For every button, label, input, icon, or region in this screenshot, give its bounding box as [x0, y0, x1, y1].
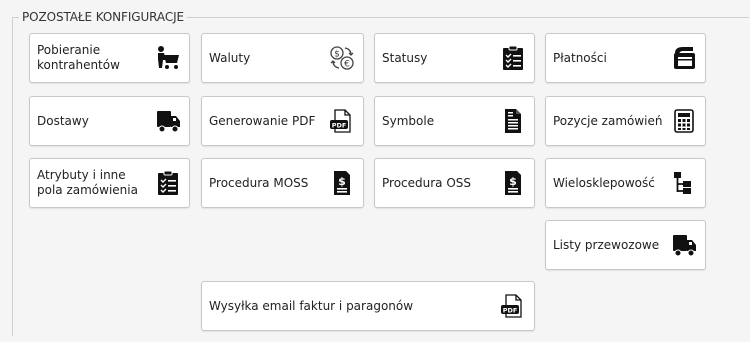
tile-label: Waluty: [209, 50, 251, 65]
tile-procedura-moss[interactable]: Procedura MOSS $: [201, 158, 364, 208]
tile-symbole[interactable]: Symbole: [374, 96, 535, 146]
calculator-icon: [671, 108, 697, 134]
tile-generowanie-pdf[interactable]: Generowanie PDF PDF: [201, 96, 364, 146]
tile-label: Pozycje zamówień: [553, 113, 663, 128]
tile-label: Symbole: [382, 113, 435, 128]
svg-text:$: $: [509, 175, 517, 188]
dollar-document-icon: $: [500, 170, 526, 196]
tile-pozycje-zamowien[interactable]: Pozycje zamówień: [545, 96, 706, 146]
tile-atrybuty[interactable]: Atrybuty i inne pola zamówienia: [29, 158, 190, 208]
pdf-file-icon: PDF: [500, 293, 526, 319]
svg-text:$: $: [338, 175, 346, 188]
tile-label: Procedura MOSS: [209, 175, 309, 190]
tile-label: Listy przewozowe: [553, 237, 660, 252]
tile-label: Generowanie PDF: [209, 113, 316, 128]
tile-statusy[interactable]: Statusy: [374, 33, 535, 83]
tile-label: Statusy: [382, 50, 428, 65]
currency-exchange-icon: $ €: [329, 45, 355, 71]
tile-waluty[interactable]: Waluty $ €: [201, 33, 364, 83]
tile-label: Dostawy: [37, 113, 89, 128]
shopping-cart-user-icon: [155, 45, 181, 71]
tile-procedura-oss[interactable]: Procedura OSS $: [374, 158, 535, 208]
dollar-document-icon: $: [329, 170, 355, 196]
tile-label: Pobieranie kontrahentów: [37, 43, 120, 72]
tile-platnosci[interactable]: Płatności: [545, 33, 706, 83]
tile-wysylka-email[interactable]: Wysyłka email faktur i paragonów PDF: [201, 281, 535, 331]
zip-file-icon: [500, 108, 526, 134]
pdf-file-icon: PDF: [329, 108, 355, 134]
tile-label: Płatności: [553, 50, 607, 65]
tile-listy-przewozowe[interactable]: Listy przewozowe: [545, 220, 706, 270]
clipboard-list-icon: [155, 170, 181, 196]
delivery-truck-icon: [155, 108, 181, 134]
svg-text:$: $: [334, 50, 340, 60]
hierarchy-tree-icon: [671, 170, 697, 196]
tile-pobieranie-kontrahentow[interactable]: Pobieranie kontrahentów: [29, 33, 190, 83]
svg-text:PDF: PDF: [503, 306, 518, 314]
tile-label: Procedura OSS: [382, 175, 472, 190]
clipboard-checklist-icon: [500, 45, 526, 71]
wallet-icon: [671, 45, 697, 71]
svg-text:€: €: [344, 60, 350, 70]
panel-title: POZOSTAŁE KONFIGURACJE: [19, 10, 188, 24]
tile-wielosklepowosc[interactable]: Wielosklepowość: [545, 158, 706, 208]
delivery-truck-icon: [671, 232, 697, 258]
tile-label: Wielosklepowość: [553, 175, 655, 190]
tile-label: Wysyłka email faktur i paragonów: [209, 298, 414, 313]
tile-dostawy[interactable]: Dostawy: [29, 96, 190, 146]
svg-text:PDF: PDF: [332, 121, 347, 129]
tile-label: Atrybuty i inne pola zamówienia: [37, 168, 138, 197]
